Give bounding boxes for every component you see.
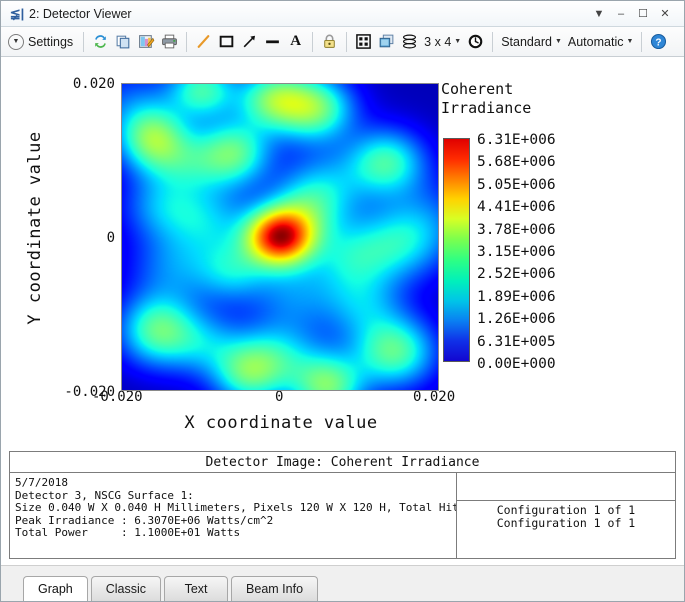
rectangle-annotation-icon[interactable] (216, 31, 237, 52)
toolbar-separator-2 (186, 32, 187, 52)
grid-size-dropdown[interactable]: 3 x 4 ▼ (421, 35, 464, 49)
colorbar-title: Coherent Irradiance (441, 80, 531, 118)
lock-icon[interactable] (319, 31, 340, 52)
print-icon[interactable] (159, 31, 180, 52)
x-tick-mid: 0 (275, 389, 283, 405)
info-panel-header: Detector Image: Coherent Irradiance (10, 452, 675, 473)
toolbar-separator-5 (492, 32, 493, 52)
tab-text[interactable]: Text (164, 576, 228, 601)
colorbar-tick-labels: 6.31E+0065.68E+0065.05E+0064.41E+0063.78… (477, 129, 556, 375)
y-axis-label: Y coordinate value (25, 98, 45, 358)
x-tick-right: 0.020 (413, 389, 455, 405)
clock-icon[interactable] (465, 31, 486, 52)
arrow-annotation-icon[interactable] (239, 31, 260, 52)
render-style-label: Standard (501, 35, 552, 49)
tabstrip-filler (321, 600, 684, 601)
horizontal-line-icon[interactable] (262, 31, 283, 52)
colorbar-tick-8: 1.26E+006 (477, 308, 556, 330)
save-image-icon[interactable] (136, 31, 157, 52)
chevron-down-icon: ▼ (555, 38, 562, 45)
main-toolbar: ▼ Settings (1, 27, 684, 57)
chevron-down-icon: ▼ (8, 34, 24, 50)
view-tabstrip: GraphClassicTextBeam Info (1, 565, 684, 601)
text-annotation-icon[interactable]: A (285, 31, 306, 52)
configuration-column: Configuration 1 of 1 Configuration 1 of … (457, 473, 675, 559)
x-tick-left: -0.020 (92, 389, 143, 405)
help-icon[interactable]: ? (648, 31, 669, 52)
layers-icon[interactable] (399, 31, 420, 52)
scale-mode-label: Automatic (568, 35, 624, 49)
settings-button[interactable]: ▼ Settings (5, 33, 78, 51)
colorbar-tick-5: 3.15E+006 (477, 241, 556, 263)
scale-mode-dropdown[interactable]: Automatic ▼ (565, 35, 637, 49)
plot-area: Y coordinate value X coordinate value 0.… (1, 58, 684, 443)
settings-button-label: Settings (28, 35, 73, 49)
svg-text:?: ? (656, 37, 662, 48)
copy-icon[interactable] (113, 31, 134, 52)
detach-window-icon[interactable] (376, 31, 397, 52)
toolbar-separator-6 (641, 32, 642, 52)
grid-size-label: 3 x 4 (424, 35, 451, 49)
configuration-text: Configuration 1 of 1 Configuration 1 of … (457, 501, 675, 559)
window-title: 2: Detector Viewer (29, 7, 132, 21)
colorbar-tick-7: 1.89E+006 (477, 286, 556, 308)
colorbar-tick-9: 6.31E+005 (477, 331, 556, 353)
window-minimize-button[interactable]: – (610, 2, 632, 26)
refresh-icon[interactable] (90, 31, 111, 52)
line-annotation-icon[interactable] (193, 31, 214, 52)
tab-graph[interactable]: Graph (23, 576, 88, 601)
detector-info-panel: Detector Image: Coherent Irradiance 5/7/… (9, 451, 676, 559)
window-maximize-button[interactable]: ☐ (632, 2, 654, 26)
window-titlebar: ≨| 2: Detector Viewer ▼ – ☐ ✕ (1, 1, 684, 27)
colorbar-tick-2: 5.05E+006 (477, 174, 556, 196)
toolbar-separator-3 (312, 32, 313, 52)
toolbar-separator-4 (346, 32, 347, 52)
colorbar-gradient (443, 138, 470, 362)
window-dropdown-button[interactable]: ▼ (588, 2, 610, 26)
detector-info-text: 5/7/2018 Detector 3, NSCG Surface 1: Siz… (10, 473, 457, 559)
chevron-down-icon: ▼ (626, 38, 633, 45)
x-axis-label: X coordinate value (121, 413, 441, 433)
detector-viewer-window: ≨| 2: Detector Viewer ▼ – ☐ ✕ ▼ Settings (0, 0, 685, 602)
configuration-spacer (457, 473, 675, 501)
colorbar-tick-6: 2.52E+006 (477, 263, 556, 285)
colorbar-tick-1: 5.68E+006 (477, 151, 556, 173)
colorbar-tick-0: 6.31E+006 (477, 129, 556, 151)
tab-classic[interactable]: Classic (91, 576, 161, 601)
heatmap-canvas[interactable] (122, 84, 438, 390)
toolbar-separator-1 (83, 32, 84, 52)
tab-beam-info[interactable]: Beam Info (231, 576, 318, 601)
y-tick-top: 0.020 (73, 76, 115, 92)
heatmap-plot[interactable] (121, 83, 439, 391)
y-tick-mid: 0 (107, 230, 115, 246)
fit-window-icon[interactable] (353, 31, 374, 52)
colorbar-tick-3: 4.41E+006 (477, 196, 556, 218)
render-style-dropdown[interactable]: Standard ▼ (498, 35, 565, 49)
detector-window-icon: ≨| (7, 7, 27, 20)
colorbar-tick-4: 3.78E+006 (477, 219, 556, 241)
window-close-button[interactable]: ✕ (654, 2, 676, 26)
chevron-down-icon: ▼ (454, 38, 461, 45)
colorbar-tick-10: 0.00E+000 (477, 353, 556, 375)
info-panel-body: 5/7/2018 Detector 3, NSCG Surface 1: Siz… (10, 473, 675, 559)
